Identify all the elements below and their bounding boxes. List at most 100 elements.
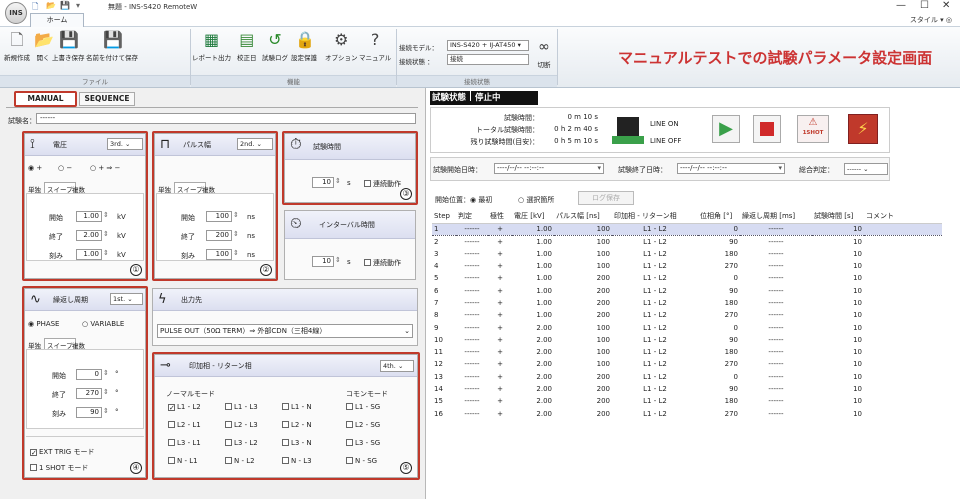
phase-order-dropdown[interactable]: 4th. ⌄	[380, 360, 414, 372]
table-row[interactable]: 3 ------ +1.00 100 L1 - L2 180 ------ 10	[432, 248, 942, 260]
phase-l3-n-checkbox[interactable]: L3 - N	[282, 439, 312, 447]
tab-sequence[interactable]: SEQUENCE	[79, 92, 135, 106]
pulse-step-input[interactable]: 100	[206, 249, 232, 260]
start-datetime-field[interactable]: ----/--/-- --:--:-- ▾	[494, 163, 604, 174]
table-row[interactable]: 15 ------ +2.00 200 L1 - L2 180 ------ 10	[432, 395, 942, 407]
col-angle[interactable]: 位相角 [°]	[698, 210, 740, 224]
spin-arrows-icon[interactable]: ⇕	[103, 249, 109, 257]
spin-arrows-icon[interactable]: ⇕	[233, 211, 239, 219]
phase-n-l3-checkbox[interactable]: N - L3	[282, 457, 312, 465]
pulse-end-input[interactable]: 200	[206, 230, 232, 241]
voltage-start-input[interactable]: 1.00	[76, 211, 102, 222]
col-comment[interactable]: コメント	[864, 210, 942, 224]
save-icon[interactable]: 💾	[60, 1, 70, 10]
open-button[interactable]: 📂 開く	[34, 31, 54, 63]
spin-arrows-icon[interactable]: ⇕	[103, 211, 109, 219]
repeat-variable-radio[interactable]: ○ VARIABLE	[82, 320, 124, 328]
voltage-polarity-plus[interactable]: ◉ +	[28, 164, 42, 172]
voltage-order-dropdown[interactable]: 3rd. ⌄	[107, 138, 143, 150]
new-button[interactable]: 🗋 新規作成	[4, 31, 30, 63]
phase-l1-sg-checkbox[interactable]: L1 - SG	[346, 403, 380, 411]
pulse-order-dropdown[interactable]: 2nd. ⌄	[237, 138, 273, 150]
repeat-step-input[interactable]: 90	[76, 407, 102, 418]
spin-arrows-icon[interactable]: ⇕	[103, 407, 109, 415]
output-dropdown[interactable]: PULSE OUT（50Ω TERM）⇒ 外部CDN（三相4線） ⌄	[157, 324, 413, 338]
table-row[interactable]: 8 ------ +1.00 200 L1 - L2 270 ------ 10	[432, 309, 942, 321]
spin-arrows-icon[interactable]: ⇕	[335, 177, 341, 185]
spin-arrows-icon[interactable]: ⇕	[103, 369, 109, 377]
start-selected-radio[interactable]: ○ 選択箇所	[518, 195, 554, 205]
col-voltage[interactable]: 電圧 [kV]	[512, 210, 554, 224]
phase-n-sg-checkbox[interactable]: N - SG	[346, 457, 377, 465]
table-row[interactable]: 16 ------ +2.00 200 L1 - L2 270 ------ 10	[432, 407, 942, 419]
tab-manual[interactable]: MANUAL	[14, 91, 77, 107]
save-as-button[interactable]: 💾 名前を付けて保存	[86, 31, 138, 63]
testtime-input[interactable]: 10	[312, 177, 334, 188]
table-row[interactable]: 13 ------ +2.00 200 L1 - L2 0 ------ 10	[432, 371, 942, 383]
phase-n-l2-checkbox[interactable]: N - L2	[225, 457, 255, 465]
table-row[interactable]: 12 ------ +2.00 100 L1 - L2 270 ------ 10	[432, 358, 942, 370]
voltage-end-input[interactable]: 2.00	[76, 230, 102, 241]
voltage-polarity-both[interactable]: ○ + ⇒ −	[90, 164, 120, 172]
test-name-input[interactable]: ------	[36, 113, 416, 124]
phase-l2-sg-checkbox[interactable]: L2 - SG	[346, 421, 380, 429]
table-row[interactable]: 6 ------ +1.00 200 L1 - L2 90 ------ 10	[432, 284, 942, 296]
tab-home[interactable]: ホーム	[30, 13, 84, 27]
col-polarity[interactable]: 極性	[488, 210, 512, 224]
stop-button[interactable]	[753, 115, 781, 143]
testtime-continuous-checkbox[interactable]: 連続動作	[364, 179, 401, 189]
spin-arrows-icon[interactable]: ⇕	[233, 249, 239, 257]
col-step[interactable]: Step	[432, 210, 456, 224]
minimize-button[interactable]: —	[896, 0, 906, 11]
qa-dropdown-icon[interactable]: ▾	[76, 1, 80, 10]
spin-arrows-icon[interactable]: ⇕	[103, 230, 109, 238]
interval-continuous-checkbox[interactable]: 連続動作	[364, 258, 401, 268]
phase-l2-l1-checkbox[interactable]: L2 - L1	[168, 421, 201, 429]
table-row[interactable]: 11 ------ +2.00 100 L1 - L2 180 ------ 10	[432, 346, 942, 358]
table-row[interactable]: 1 ------ +1.00 100 L1 - L2 0 ------ 10	[432, 222, 942, 236]
phase-l1-l3-checkbox[interactable]: L1 - L3	[225, 403, 258, 411]
repeat-phase-radio[interactable]: ◉ PHASE	[28, 320, 59, 328]
table-row[interactable]: 9 ------ +2.00 100 L1 - L2 0 ------ 10	[432, 321, 942, 333]
phase-l1-n-checkbox[interactable]: L1 - N	[282, 403, 312, 411]
voltage-step-input[interactable]: 1.00	[76, 249, 102, 260]
open-folder-icon[interactable]: 📂	[46, 1, 56, 10]
table-row[interactable]: 14 ------ +2.00 200 L1 - L2 90 ------ 10	[432, 383, 942, 395]
repeat-end-input[interactable]: 270	[76, 388, 102, 399]
table-row[interactable]: 2 ------ +1.00 100 L1 - L2 90 ------ 10	[432, 235, 942, 247]
col-testtime[interactable]: 試験時間 [s]	[812, 210, 864, 224]
start-first-radio[interactable]: ◉ 最初	[470, 195, 492, 205]
play-button[interactable]: ▶	[712, 115, 740, 143]
maximize-button[interactable]: ☐	[920, 0, 929, 11]
disconnect-button[interactable]: ∞ 切断	[535, 38, 553, 69]
pulse-start-input[interactable]: 100	[206, 211, 232, 222]
report-button[interactable]: ▦ レポート出力	[192, 31, 231, 63]
table-row[interactable]: 4 ------ +1.00 100 L1 - L2 270 ------ 10	[432, 260, 942, 272]
col-phase[interactable]: 印加相 - リターン相	[612, 210, 698, 224]
phase-l3-sg-checkbox[interactable]: L3 - SG	[346, 439, 380, 447]
spin-arrows-icon[interactable]: ⇕	[103, 388, 109, 396]
log-save-button[interactable]: ログ保存	[578, 191, 634, 205]
save-button[interactable]: 💾 上書き保存	[52, 31, 85, 63]
table-row[interactable]: 10 ------ +2.00 100 L1 - L2 90 ------ 10	[432, 334, 942, 346]
table-row[interactable]: 5 ------ +1.00 200 L1 - L2 0 ------ 10	[432, 272, 942, 284]
phase-l3-l1-checkbox[interactable]: L3 - L1	[168, 439, 201, 447]
col-pulse[interactable]: パルス幅 [ns]	[554, 210, 612, 224]
testlog-button[interactable]: ↺ 試験ログ	[262, 31, 288, 63]
spin-arrows-icon[interactable]: ⇕	[233, 230, 239, 238]
col-repeat[interactable]: 繰返し周期 [ms]	[740, 210, 812, 224]
spin-arrows-icon[interactable]: ⇕	[335, 256, 341, 264]
style-menu[interactable]: スタイル ▾ ◎	[910, 15, 952, 25]
calibration-button[interactable]: ▤ 校正日	[237, 31, 257, 63]
repeat-start-input[interactable]: 0	[76, 369, 102, 380]
phase-n-l1-checkbox[interactable]: N - L1	[168, 457, 198, 465]
interval-input[interactable]: 10	[312, 256, 334, 267]
conn-model-field[interactable]: INS-S420 + IJ-AT450 ▾	[447, 40, 529, 51]
manual-button[interactable]: ? マニュアル	[359, 31, 391, 63]
table-row[interactable]: 7 ------ +1.00 200 L1 - L2 180 ------ 10	[432, 297, 942, 309]
phase-l2-n-checkbox[interactable]: L2 - N	[282, 421, 312, 429]
repeat-order-dropdown[interactable]: 1st. ⌄	[110, 293, 143, 305]
end-datetime-field[interactable]: ----/--/-- --:--:-- ▾	[677, 163, 785, 174]
one-shot-checkbox[interactable]: 1 SHOT モード	[30, 463, 88, 473]
option-button[interactable]: ⚙ オプション	[325, 31, 358, 63]
